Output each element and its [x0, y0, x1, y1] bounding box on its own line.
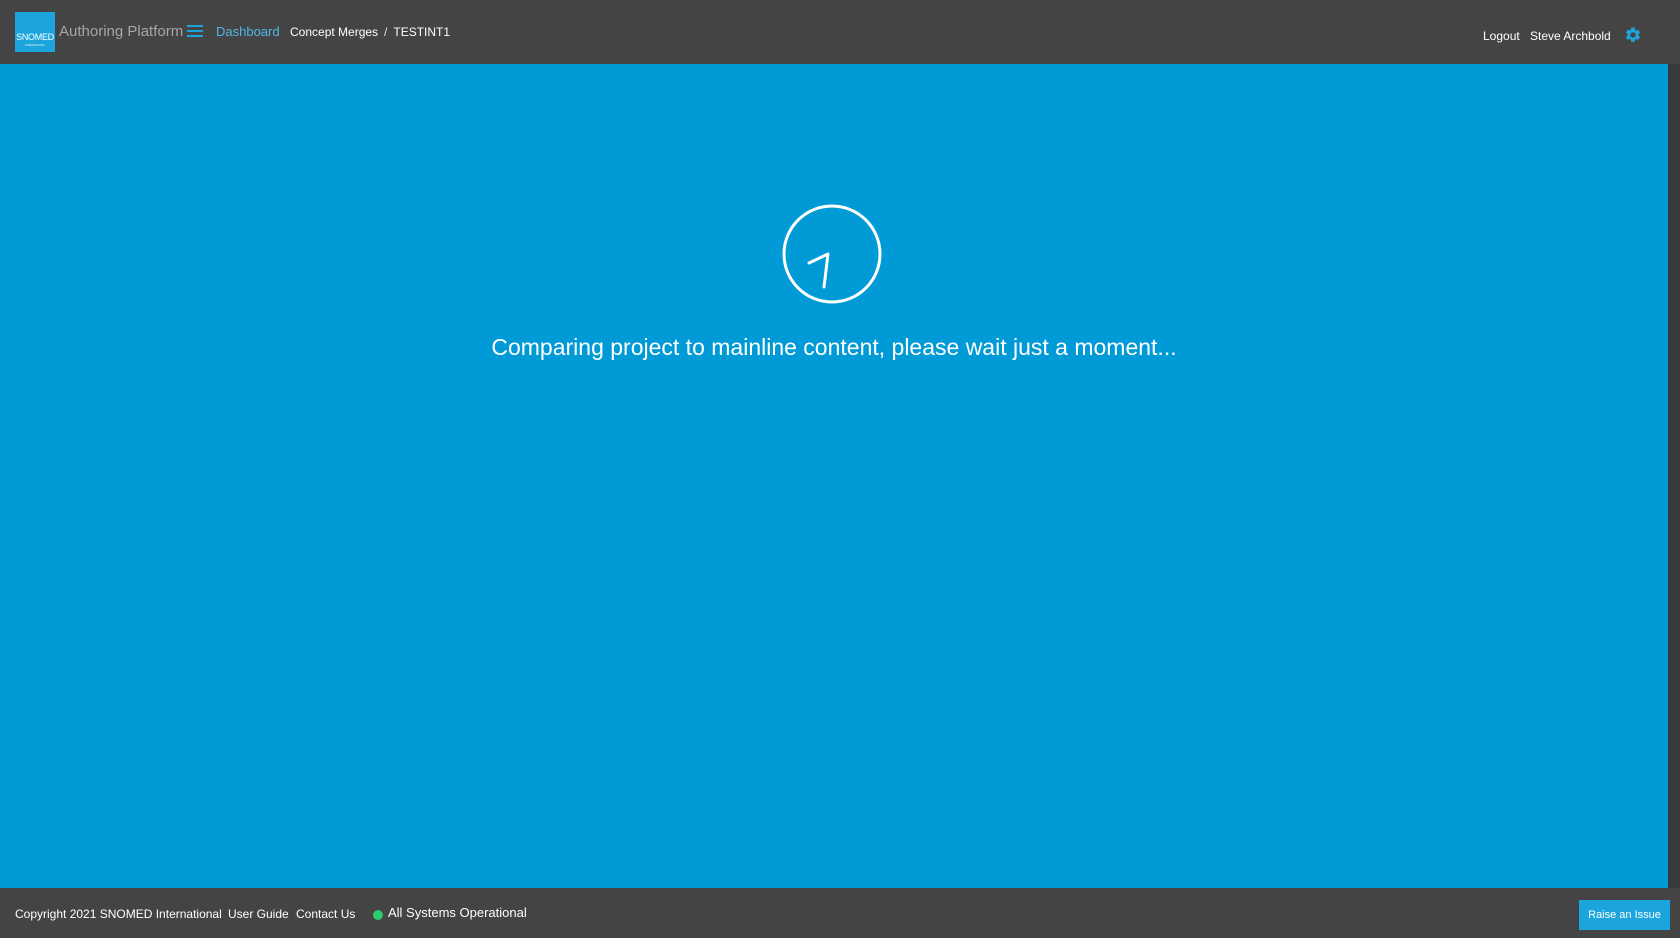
gear-icon[interactable]: [1624, 26, 1642, 44]
loading-message: Comparing project to mainline content, p…: [491, 334, 1177, 360]
username: Steve Archbold: [1530, 29, 1611, 43]
breadcrumb-item-project: TESTINT1: [393, 25, 451, 39]
main-content: [0, 64, 1668, 888]
contact-us-link[interactable]: Contact Us: [296, 906, 355, 922]
logo-subtext: INTERNATIONAL: [25, 43, 45, 47]
system-status-link[interactable]: All Systems Operational: [388, 905, 527, 921]
dashboard-link[interactable]: Dashboard: [216, 23, 280, 41]
copyright-text: Copyright 2021 SNOMED International: [15, 907, 222, 921]
vertical-scrollbar[interactable]: [1668, 64, 1680, 888]
status-indicator-icon: [373, 910, 383, 920]
breadcrumb-item-concept-merges: Concept Merges: [290, 25, 379, 39]
top-header: SNOMED INTERNATIONAL Authoring Platform …: [0, 0, 1680, 64]
hamburger-menu-icon[interactable]: [187, 25, 203, 38]
logout-link[interactable]: Logout: [1483, 28, 1520, 44]
logo-text: SNOMED: [16, 32, 54, 42]
user-guide-link[interactable]: User Guide: [228, 906, 289, 922]
footer: Copyright 2021 SNOMED International User…: [0, 888, 1680, 938]
breadcrumb: Concept Merges / TESTINT1: [290, 23, 450, 41]
raise-issue-button[interactable]: Raise an Issue: [1579, 900, 1670, 930]
snomed-logo[interactable]: SNOMED INTERNATIONAL: [15, 12, 55, 52]
loading-spinner-icon: [782, 204, 882, 304]
breadcrumb-separator: /: [384, 25, 388, 39]
app-title[interactable]: Authoring Platform: [59, 22, 183, 42]
